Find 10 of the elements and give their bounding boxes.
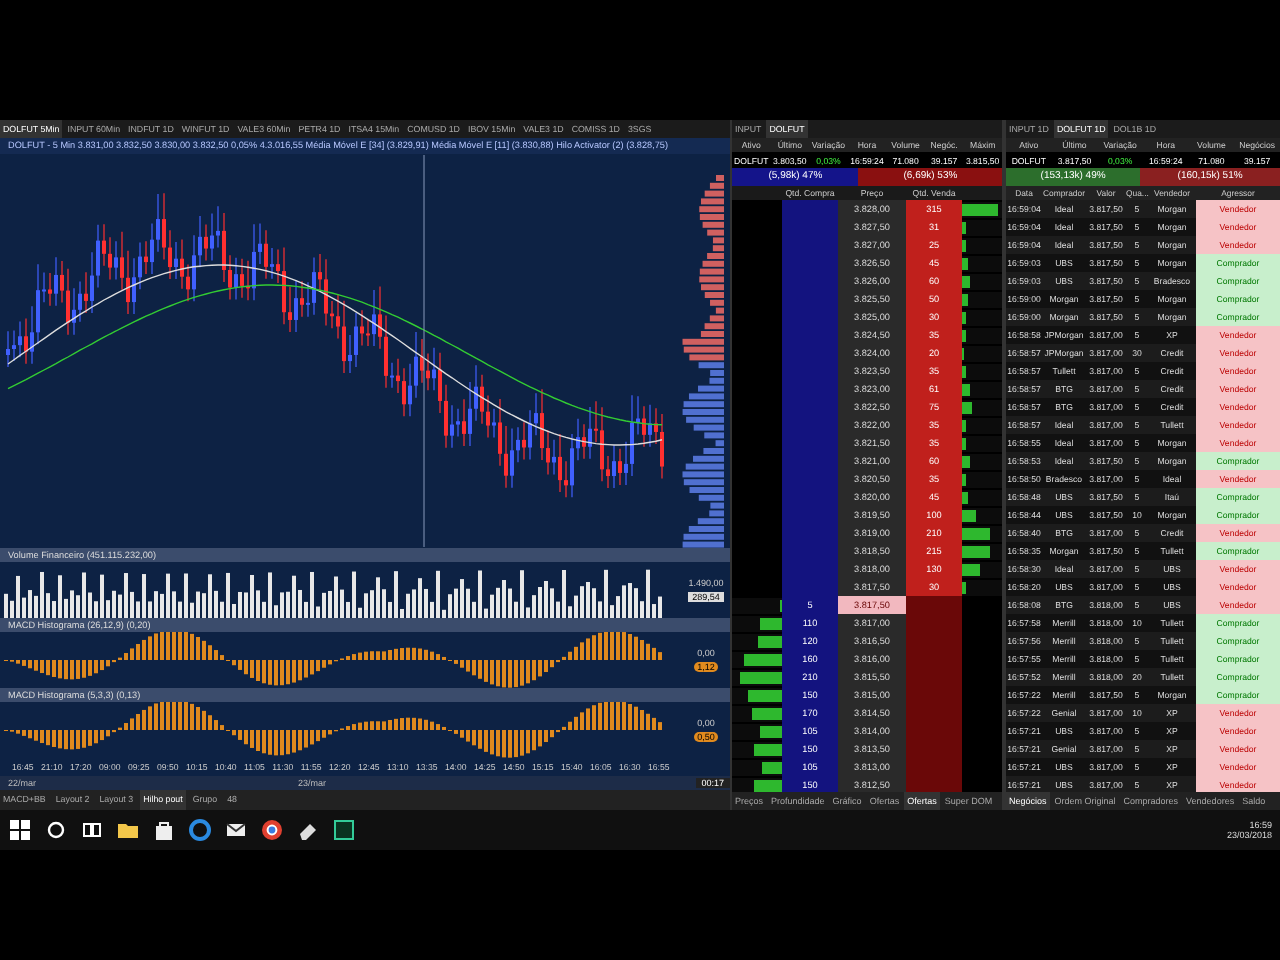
chrome-icon[interactable] [260,818,284,842]
app-icon[interactable] [332,818,356,842]
task-view-icon[interactable] [80,818,104,842]
windows-logo-icon[interactable] [8,818,32,842]
search-icon[interactable] [44,818,68,842]
eraser-icon[interactable] [296,818,320,842]
mail-icon[interactable] [224,818,248,842]
browser-e-icon[interactable] [188,818,212,842]
folder-icon[interactable] [116,818,140,842]
shopping-bag-icon[interactable] [152,818,176,842]
